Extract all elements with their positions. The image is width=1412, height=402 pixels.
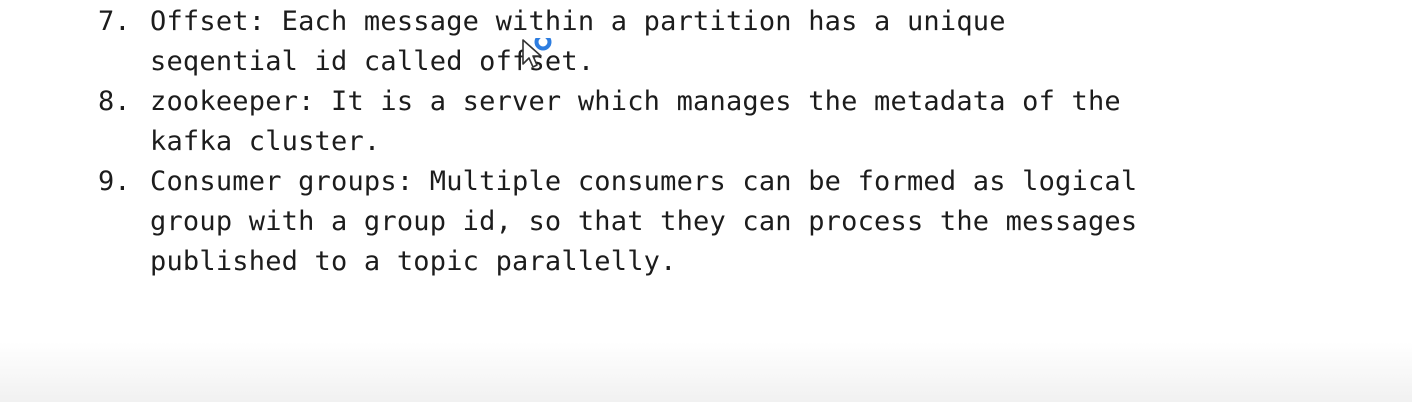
list-item-text: zookeeper: It is a server which manages … — [150, 82, 1121, 162]
list-item: 8. zookeeper: It is a server which manag… — [98, 82, 1298, 162]
list-item-number: 9. — [98, 166, 131, 197]
text-line: Offset: Each message within a partition … — [150, 6, 1006, 37]
text-line: group with a group id, so that they can … — [150, 206, 1138, 237]
arrow-pointer-busy-icon — [522, 38, 552, 68]
text-line: seqential id called offset. — [150, 46, 595, 77]
document-page: 7. Offset: Each message within a partiti… — [0, 0, 1412, 402]
list-item-number: 7. — [98, 6, 131, 37]
text-line: published to a topic parallelly. — [150, 246, 677, 277]
list-item-number: 8. — [98, 86, 131, 117]
list-item-text: Offset: Each message within a partition … — [150, 2, 1006, 82]
numbered-list: 7. Offset: Each message within a partiti… — [98, 2, 1298, 282]
text-line: zookeeper: It is a server which manages … — [150, 86, 1121, 117]
list-item: 7. Offset: Each message within a partiti… — [98, 2, 1298, 82]
text-line: Consumer groups: Multiple consumers can … — [150, 166, 1138, 197]
bottom-shade — [0, 342, 1412, 402]
list-item-text: Consumer groups: Multiple consumers can … — [150, 162, 1137, 282]
text-line: kafka cluster. — [150, 126, 381, 157]
list-item: 9. Consumer groups: Multiple consumers c… — [98, 162, 1298, 282]
